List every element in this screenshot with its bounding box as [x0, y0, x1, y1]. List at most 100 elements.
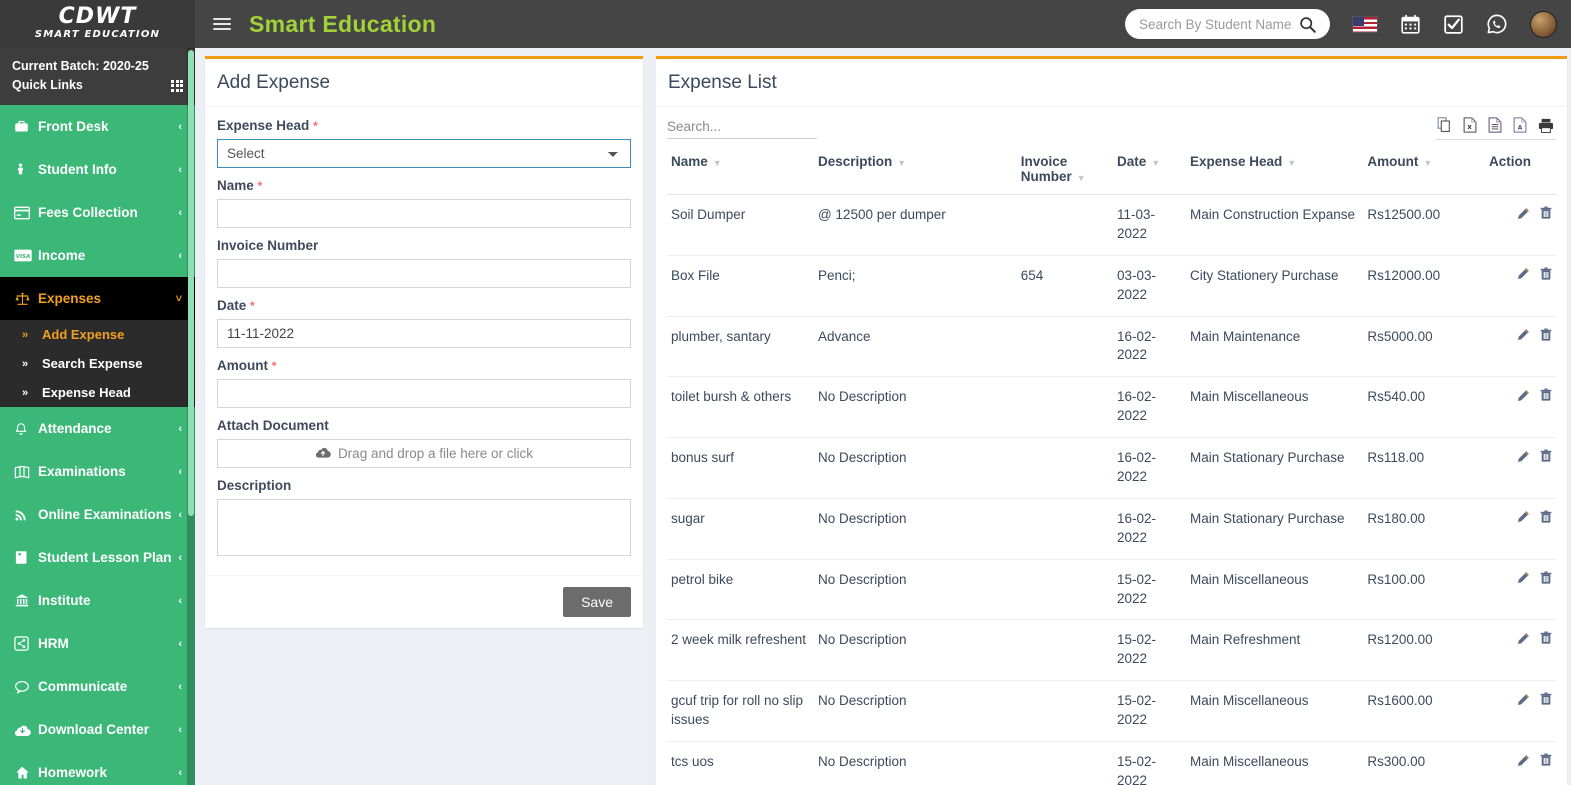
delete-icon[interactable] [1540, 753, 1552, 773]
cell-description: No Description [813, 437, 1017, 499]
cell-action [1485, 255, 1556, 317]
description-textarea[interactable] [217, 499, 631, 556]
amount-label: Amount * [217, 358, 631, 373]
delete-icon[interactable] [1540, 267, 1552, 287]
edit-icon[interactable] [1517, 571, 1530, 590]
edit-icon[interactable] [1517, 267, 1530, 286]
delete-icon[interactable] [1540, 510, 1552, 530]
cell-invoice-number [1016, 619, 1113, 682]
chevron-left-icon: ‹ [178, 465, 182, 478]
edit-icon[interactable] [1517, 207, 1530, 226]
column-label: Action [1489, 154, 1532, 169]
whatsapp-icon[interactable] [1486, 13, 1508, 35]
sidebar-item-fees-collection[interactable]: Fees Collection ‹ [0, 191, 195, 234]
table-search-input[interactable] [667, 117, 817, 139]
hamburger-icon[interactable] [213, 16, 231, 32]
chevron-left-icon: ‹ [178, 766, 182, 779]
sidebar-item-income[interactable]: VISA Income ‹ [0, 234, 195, 277]
copy-icon[interactable] [1437, 117, 1452, 133]
header-actions [1125, 9, 1571, 39]
cell-expense-head: Main Miscellaneous [1185, 680, 1364, 743]
cell-expense-head: Main Stationary Purchase [1185, 498, 1364, 560]
quick-links-toggle[interactable]: Quick Links [12, 76, 183, 95]
sidebar-item-hrm[interactable]: HRM ‹ [0, 622, 195, 665]
column-header-name[interactable]: Name ▼ [667, 148, 814, 195]
sidebar-scrollbar-track[interactable] [187, 48, 195, 785]
sidebar-item-student-lesson-plan[interactable]: Student Lesson Plan ‹ [0, 536, 195, 579]
print-icon[interactable] [1538, 117, 1554, 133]
app-logo[interactable]: CDWT SMART EDUCATION [0, 0, 195, 48]
expense-head-select[interactable]: Select [217, 139, 631, 168]
search-icon[interactable] [1299, 16, 1316, 33]
sidebar-item-label: Communicate [38, 679, 128, 695]
edit-icon[interactable] [1517, 754, 1530, 773]
column-label: Date [1117, 154, 1147, 169]
csv-icon[interactable] [1488, 117, 1502, 133]
column-header-invoice-number[interactable]: Invoice Number ▼ [1016, 148, 1113, 195]
sidebar-item-front-desk[interactable]: Front Desk ‹ [0, 105, 195, 148]
edit-icon[interactable] [1517, 693, 1530, 712]
edit-icon[interactable] [1517, 450, 1530, 469]
sidebar-subitem-expense-head[interactable]: » Expense Head [0, 378, 195, 407]
sidebar-item-download-center[interactable]: Download Center ‹ [0, 708, 195, 751]
sidebar-subitem-search-expense[interactable]: » Search Expense [0, 349, 195, 378]
delete-icon[interactable] [1540, 571, 1552, 591]
chevron-left-icon: ‹ [178, 594, 182, 607]
pdf-icon[interactable]: A [1513, 117, 1527, 133]
column-header-description[interactable]: Description ▼ [813, 148, 1017, 195]
save-button[interactable]: Save [563, 587, 631, 617]
delete-icon[interactable] [1540, 328, 1552, 348]
sidebar-item-attendance[interactable]: Attendance ‹ [0, 407, 195, 450]
cell-name: Soil Dumper [667, 194, 814, 256]
edit-icon[interactable] [1517, 389, 1530, 408]
global-search[interactable] [1125, 9, 1330, 39]
delete-icon[interactable] [1540, 449, 1552, 469]
column-header-amount[interactable]: Amount ▼ [1363, 148, 1486, 195]
sidebar-item-homework[interactable]: Homework ‹ [0, 751, 195, 785]
delete-icon[interactable] [1540, 388, 1552, 408]
sidebar-scrollbar-thumb[interactable] [188, 50, 194, 516]
grid-icon[interactable] [171, 79, 183, 92]
cell-name: 2 week milk refreshent [667, 619, 814, 682]
app-root: CDWT SMART EDUCATION Smart Education Sea… [0, 0, 1571, 785]
column-header-expense-head[interactable]: Expense Head ▼ [1185, 148, 1364, 195]
flag-icon[interactable] [1352, 15, 1378, 33]
delete-icon[interactable] [1540, 692, 1552, 712]
avatar[interactable] [1530, 10, 1557, 38]
share-icon [14, 636, 38, 651]
invoice-number-label: Invoice Number [217, 238, 319, 253]
cell-date: 15-02-2022 [1113, 741, 1186, 785]
delete-icon[interactable] [1540, 631, 1552, 651]
expense-list-body: x A [656, 107, 1567, 785]
edit-icon[interactable] [1517, 328, 1530, 347]
sidebar-item-institute[interactable]: Institute ‹ [0, 579, 195, 622]
excel-icon[interactable]: x [1463, 117, 1477, 133]
amount-input[interactable] [217, 379, 631, 408]
cell-description: No Description [813, 741, 1017, 785]
file-dropzone[interactable]: Drag and drop a file here or click [217, 439, 631, 468]
search-input[interactable] [1139, 16, 1299, 32]
invoice-number-input[interactable] [217, 259, 631, 288]
sidebar-item-online-examinations[interactable]: Online Examinations ‹ [0, 493, 195, 536]
sort-caret-icon: ▼ [1076, 173, 1086, 183]
field-date: Date * [217, 298, 631, 348]
chevron-left-icon: ‹ [178, 723, 182, 736]
quick-links-label: Quick Links [12, 78, 83, 93]
date-input[interactable] [217, 319, 631, 348]
edit-icon[interactable] [1517, 510, 1530, 529]
name-input[interactable] [217, 199, 631, 228]
sidebar-subitem-add-expense[interactable]: » Add Expense [0, 320, 195, 349]
column-header-date[interactable]: Date ▼ [1113, 148, 1186, 195]
sidebar-item-communicate[interactable]: Communicate ‹ [0, 665, 195, 708]
calendar-icon[interactable] [1400, 14, 1421, 35]
cell-description: Penci; [813, 255, 1017, 317]
cell-action [1485, 194, 1556, 256]
sidebar-item-examinations[interactable]: Examinations ‹ [0, 450, 195, 493]
edit-icon[interactable] [1517, 632, 1530, 651]
sidebar-subitem-label: Expense Head [42, 385, 131, 401]
cloud-download-icon [14, 723, 38, 737]
sidebar-item-expenses[interactable]: Expenses ˅ [0, 277, 195, 321]
delete-icon[interactable] [1540, 206, 1552, 226]
sidebar-item-student-info[interactable]: Student Info ‹ [0, 148, 195, 191]
checkbox-icon[interactable] [1443, 14, 1464, 35]
